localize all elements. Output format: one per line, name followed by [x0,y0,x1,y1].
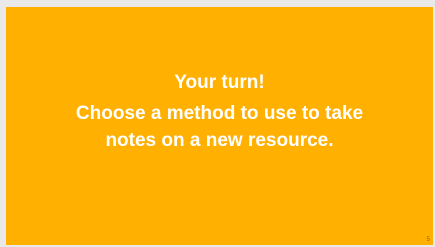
slide-body-line-2: notes on a new resource. [105,130,334,151]
slide-title: Your turn! [174,72,265,93]
slide-page-number: 5 [426,237,430,243]
slide-body-line-1: Choose a method to use to take [75,103,364,124]
slide-content: Your turn! Choose a method to use to tak… [6,71,433,154]
slide: Your turn! Choose a method to use to tak… [6,7,433,245]
